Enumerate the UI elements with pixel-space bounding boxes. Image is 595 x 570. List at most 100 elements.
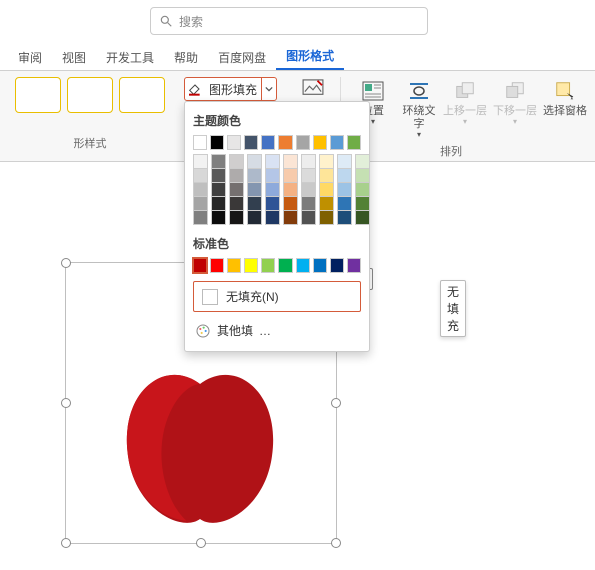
color-swatch[interactable] <box>330 135 344 150</box>
color-swatch[interactable] <box>193 135 207 150</box>
color-swatch[interactable] <box>247 197 262 211</box>
color-swatch[interactable] <box>229 183 244 197</box>
color-swatch[interactable] <box>355 211 370 225</box>
wrap-text-button[interactable]: 环绕文 字 ▾ <box>396 77 442 139</box>
color-swatch[interactable] <box>247 169 262 183</box>
color-swatch[interactable] <box>229 211 244 225</box>
color-swatch[interactable] <box>337 197 352 211</box>
color-swatch[interactable] <box>265 169 280 183</box>
send-backward-button[interactable]: 下移一层 ▾ <box>492 77 538 126</box>
color-swatch[interactable] <box>301 154 316 169</box>
color-swatch[interactable] <box>355 169 370 183</box>
chevron-down-icon: ▾ <box>371 117 375 126</box>
color-swatch[interactable] <box>247 211 262 225</box>
resize-handle[interactable] <box>331 538 341 548</box>
color-swatch[interactable] <box>347 135 361 150</box>
color-swatch[interactable] <box>193 183 208 197</box>
tab-shape-format[interactable]: 图形格式 <box>276 43 344 70</box>
color-swatch[interactable] <box>244 258 258 273</box>
bring-forward-button[interactable]: 上移一层 ▾ <box>442 77 488 126</box>
color-swatch[interactable] <box>355 197 370 211</box>
color-swatch[interactable] <box>244 135 258 150</box>
color-swatch[interactable] <box>313 258 327 273</box>
selection-pane-icon <box>554 77 576 105</box>
color-swatch[interactable] <box>278 135 292 150</box>
style-preset[interactable] <box>15 77 61 113</box>
color-swatch[interactable] <box>301 183 316 197</box>
color-swatch[interactable] <box>227 258 241 273</box>
search-input[interactable]: 搜索 <box>150 7 428 35</box>
color-swatch[interactable] <box>265 197 280 211</box>
resize-handle[interactable] <box>331 398 341 408</box>
color-swatch[interactable] <box>301 169 316 183</box>
color-swatch[interactable] <box>265 211 280 225</box>
more-fill-colors[interactable]: 其他填 … <box>193 318 361 343</box>
color-swatch[interactable] <box>261 135 275 150</box>
color-swatch[interactable] <box>337 211 352 225</box>
theme-color-row <box>193 135 361 150</box>
color-swatch[interactable] <box>229 169 244 183</box>
resize-handle[interactable] <box>61 258 71 268</box>
color-swatch[interactable] <box>355 154 370 169</box>
color-swatch[interactable] <box>229 154 244 169</box>
style-preset[interactable] <box>119 77 165 113</box>
tab-dev[interactable]: 开发工具 <box>96 45 164 70</box>
shape-fill-dropdown-arrow[interactable] <box>261 78 276 100</box>
style-preset[interactable] <box>67 77 113 113</box>
color-swatch[interactable] <box>319 211 334 225</box>
color-swatch[interactable] <box>193 197 208 211</box>
color-swatch[interactable] <box>265 183 280 197</box>
color-swatch[interactable] <box>319 154 334 169</box>
color-swatch[interactable] <box>210 135 224 150</box>
color-swatch[interactable] <box>330 258 344 273</box>
no-fill-option[interactable]: 无填充(N) <box>193 281 361 312</box>
color-swatch[interactable] <box>283 154 298 169</box>
color-swatch[interactable] <box>301 197 316 211</box>
resize-handle[interactable] <box>196 538 206 548</box>
resize-handle[interactable] <box>61 398 71 408</box>
color-swatch[interactable] <box>261 258 275 273</box>
color-swatch[interactable] <box>247 183 262 197</box>
color-swatch[interactable] <box>211 169 226 183</box>
color-swatch[interactable] <box>193 154 208 169</box>
resize-handle[interactable] <box>61 538 71 548</box>
color-swatch[interactable] <box>319 183 334 197</box>
tab-help[interactable]: 帮助 <box>164 45 208 70</box>
color-swatch[interactable] <box>193 258 207 273</box>
color-swatch[interactable] <box>337 169 352 183</box>
color-swatch[interactable] <box>210 258 224 273</box>
color-swatch[interactable] <box>211 183 226 197</box>
tab-baidu[interactable]: 百度网盘 <box>208 45 276 70</box>
color-swatch[interactable] <box>211 211 226 225</box>
color-swatch[interactable] <box>283 197 298 211</box>
color-swatch[interactable] <box>319 169 334 183</box>
color-swatch[interactable] <box>347 258 361 273</box>
color-swatch[interactable] <box>283 211 298 225</box>
edit-picture-button[interactable] <box>300 77 326 99</box>
color-swatch[interactable] <box>319 197 334 211</box>
color-swatch[interactable] <box>283 183 298 197</box>
color-swatch[interactable] <box>301 211 316 225</box>
color-swatch[interactable] <box>296 258 310 273</box>
color-swatch[interactable] <box>247 154 262 169</box>
color-swatch[interactable] <box>278 258 292 273</box>
color-swatch[interactable] <box>211 197 226 211</box>
color-swatch[interactable] <box>265 154 280 169</box>
tab-review[interactable]: 审阅 <box>8 45 52 70</box>
color-swatch[interactable] <box>193 211 208 225</box>
color-swatch[interactable] <box>227 135 241 150</box>
color-swatch[interactable] <box>211 154 226 169</box>
color-swatch[interactable] <box>337 154 352 169</box>
apple-shape[interactable] <box>110 357 290 537</box>
color-swatch[interactable] <box>313 135 327 150</box>
color-swatch[interactable] <box>193 169 208 183</box>
selection-pane-button[interactable]: 选择窗格 <box>542 77 588 118</box>
tab-view[interactable]: 视图 <box>52 45 96 70</box>
color-swatch[interactable] <box>229 197 244 211</box>
shape-fill-button[interactable]: 图形填充 <box>184 77 277 101</box>
color-swatch[interactable] <box>283 169 298 183</box>
color-swatch[interactable] <box>355 183 370 197</box>
color-swatch[interactable] <box>296 135 310 150</box>
color-swatch[interactable] <box>337 183 352 197</box>
ribbon-tabs: 审阅 视图 开发工具 帮助 百度网盘 图形格式 <box>0 42 595 71</box>
